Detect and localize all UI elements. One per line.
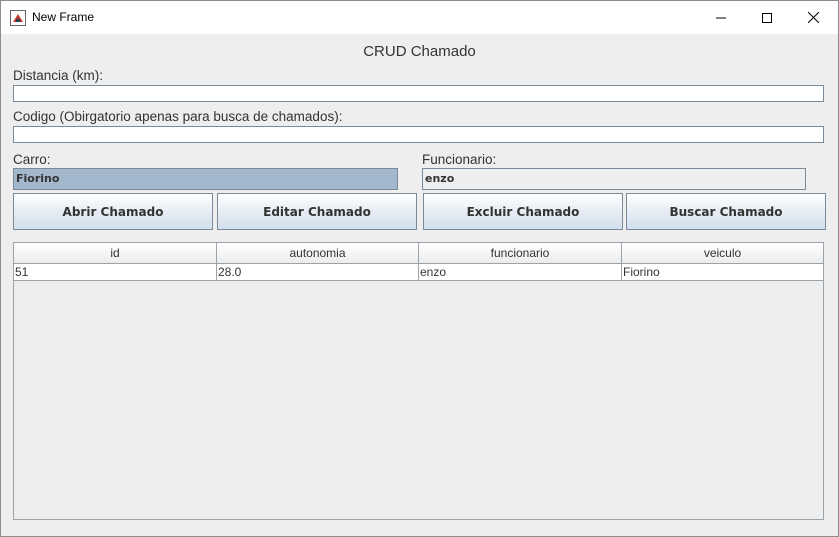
editar-chamado-button[interactable]: Editar Chamado [217, 193, 417, 230]
table-cell[interactable]: 28.0 [217, 264, 419, 280]
distancia-field[interactable] [13, 85, 824, 102]
window-title: New Frame [32, 10, 95, 24]
column-header-veiculo[interactable]: veiculo [622, 243, 823, 263]
close-button[interactable] [790, 1, 836, 34]
table-cell[interactable]: Fiorino [622, 264, 823, 280]
distancia-label: Distancia (km): [13, 68, 104, 83]
codigo-field[interactable] [13, 126, 824, 143]
carro-label: Carro: [13, 152, 51, 167]
column-header-funcionario[interactable]: funcionario [419, 243, 622, 263]
column-header-id[interactable]: id [14, 243, 217, 263]
codigo-label: Codigo (Obirgatorio apenas para busca de… [13, 109, 343, 124]
abrir-chamado-button[interactable]: Abrir Chamado [13, 193, 213, 230]
maximize-button[interactable] [744, 1, 790, 34]
page-title: CRUD Chamado [363, 43, 476, 60]
table-cell[interactable]: 51 [14, 264, 217, 280]
table-cell[interactable]: enzo [419, 264, 622, 280]
funcionario-label: Funcionario: [422, 152, 497, 167]
table-header: id autonomia funcionario veiculo [14, 243, 823, 264]
column-header-autonomia[interactable]: autonomia [217, 243, 419, 263]
app-window: New Frame CRUD Chamado Distancia (km): C… [0, 0, 839, 537]
minimize-icon [716, 17, 726, 18]
close-icon [807, 12, 819, 23]
buscar-chamado-button[interactable]: Buscar Chamado [626, 193, 826, 230]
table-row[interactable]: 51 28.0 enzo Fiorino [14, 264, 823, 281]
chamados-table[interactable]: id autonomia funcionario veiculo 51 28.0… [13, 242, 824, 520]
funcionario-select[interactable]: enzo [422, 168, 806, 190]
excluir-chamado-button[interactable]: Excluir Chamado [423, 193, 623, 230]
java-app-icon [10, 10, 26, 26]
minimize-button[interactable] [698, 1, 744, 34]
carro-select[interactable]: Fiorino [13, 168, 398, 190]
maximize-icon [762, 12, 772, 23]
form-panel: CRUD Chamado Distancia (km): Codigo (Obi… [1, 34, 838, 536]
title-bar[interactable]: New Frame [1, 1, 838, 34]
